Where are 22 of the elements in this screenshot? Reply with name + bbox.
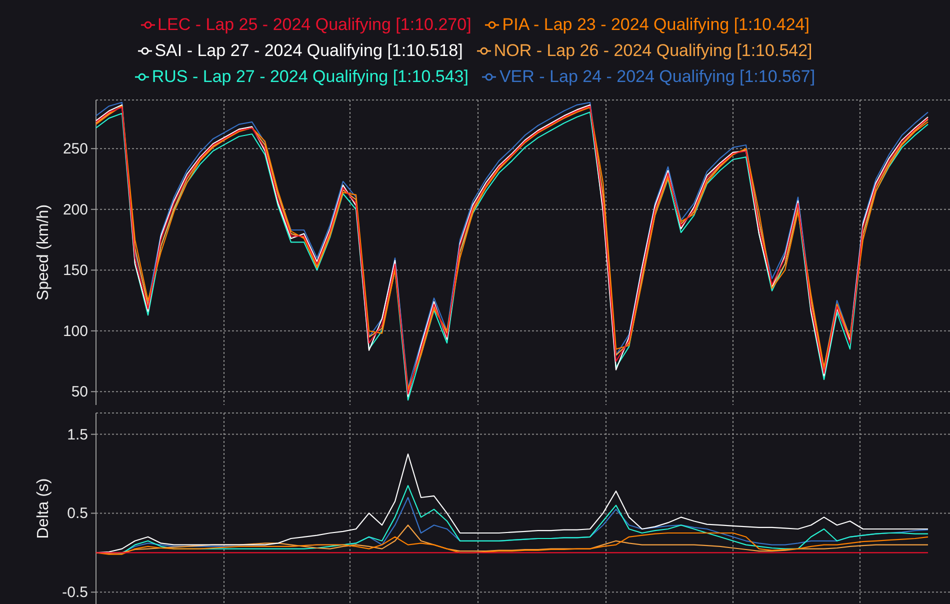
legend-marker-icon[interactable]	[134, 73, 149, 81]
legend-marker-icon[interactable]	[482, 73, 496, 81]
tick-label: 0.5	[67, 505, 88, 522]
legend-marker-icon[interactable]	[140, 21, 155, 29]
tick-label: -0.5	[62, 584, 88, 602]
legend-label[interactable]: SAI - Lap 27 - 2024 Qualifying [1:10.518]	[154, 38, 463, 64]
legend-marker-icon[interactable]	[138, 47, 152, 55]
legend-label[interactable]: NOR - Lap 26 - 2024 Qualifying [1:10.542]	[494, 38, 812, 64]
axis-title: Delta (s)	[35, 478, 52, 539]
tick-label: 200	[62, 201, 88, 218]
legend-label[interactable]: PIA - Lap 23 - 2024 Qualifying [1:10.424]	[502, 12, 810, 38]
tick-label: 100	[62, 322, 88, 340]
legend-label[interactable]: LEC - Lap 25 - 2024 Qualifying [1:10.270]	[158, 12, 472, 38]
tick-label: 150	[62, 262, 88, 280]
legend-label[interactable]: RUS - Lap 27 - 2024 Qualifying [1:10.543]	[152, 64, 468, 90]
axis-title: Speed (km/h)	[35, 204, 52, 301]
tick-label: 1.5	[67, 426, 88, 444]
legend-marker-icon[interactable]	[485, 21, 500, 29]
legend-label[interactable]: VER - Lap 24 - 2024 Qualifying [1:10.567]	[499, 64, 816, 90]
tick-label: 50	[71, 384, 88, 401]
legend-marker-icon[interactable]	[476, 47, 491, 55]
tick-label: 250	[62, 140, 88, 158]
